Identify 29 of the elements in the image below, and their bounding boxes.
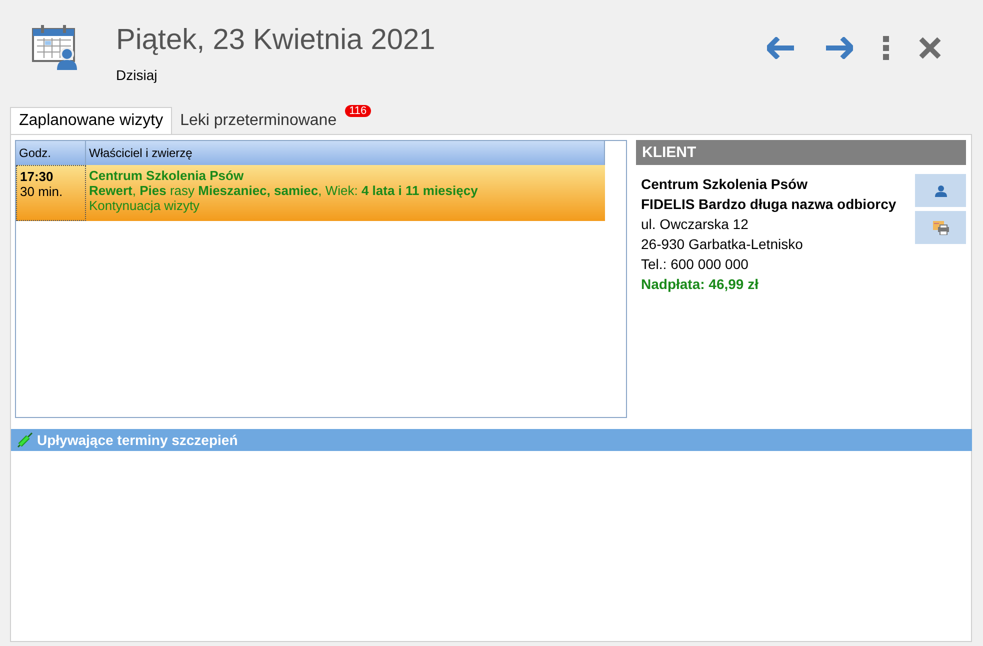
calendar-person-icon bbox=[32, 24, 78, 70]
client-info: ul. Owczarska 12 bbox=[641, 215, 750, 234]
vaccinations-title: Upływające terminy szczepień bbox=[37, 432, 238, 448]
forward-arrow-icon[interactable] bbox=[825, 37, 853, 59]
visit-time: 17:30 bbox=[20, 169, 54, 184]
client-info: Tel.: 600 000 000 bbox=[641, 255, 750, 274]
client-button[interactable] bbox=[915, 174, 966, 207]
more-icon[interactable] bbox=[883, 36, 889, 60]
animal-details: Rewert, Pies rasy Mieszaniec, samiec, Wiek: 4 lata i 11 miesięcy bbox=[89, 183, 479, 198]
close-icon[interactable] bbox=[919, 37, 941, 59]
person-icon bbox=[934, 184, 946, 196]
client-info: 26-930 Garbatka-Letnisko bbox=[641, 235, 804, 254]
tab[interactable]: Zaplanowane wizyty bbox=[10, 107, 172, 134]
balance-text: Nadpłata: 46,99 zł bbox=[641, 275, 760, 294]
today-label: Dzisiaj bbox=[116, 67, 158, 83]
client-info: Centrum Szkolenia Psów bbox=[641, 175, 808, 194]
syringe-icon bbox=[17, 432, 33, 448]
tab[interactable]: Leki przeterminowane bbox=[172, 108, 345, 134]
count-badge: 116 bbox=[345, 105, 371, 117]
printer-icon bbox=[932, 220, 948, 234]
print-button[interactable] bbox=[915, 211, 966, 244]
visit-note: Kontynuacja wizyty bbox=[89, 198, 201, 213]
visit-row[interactable]: 17:30 30 min. Centrum Szkolenia Psów Rewert, Pies rasy Mieszaniec, samiec, Wiek: 4 lata i 11 miesięcy Kontynuacja wizyty bbox=[16, 165, 605, 221]
client-info: FIDELIS Bardzo długa nazwa odbiorcy bbox=[641, 195, 898, 214]
owner-name: Centrum Szkolenia Psów bbox=[89, 168, 245, 183]
date-title: Piątek, 23 Kwietnia 2021 bbox=[116, 24, 436, 57]
back-arrow-icon[interactable] bbox=[767, 37, 795, 59]
client-header: KLIENT bbox=[636, 140, 966, 165]
visit-duration: 30 min. bbox=[20, 184, 64, 199]
